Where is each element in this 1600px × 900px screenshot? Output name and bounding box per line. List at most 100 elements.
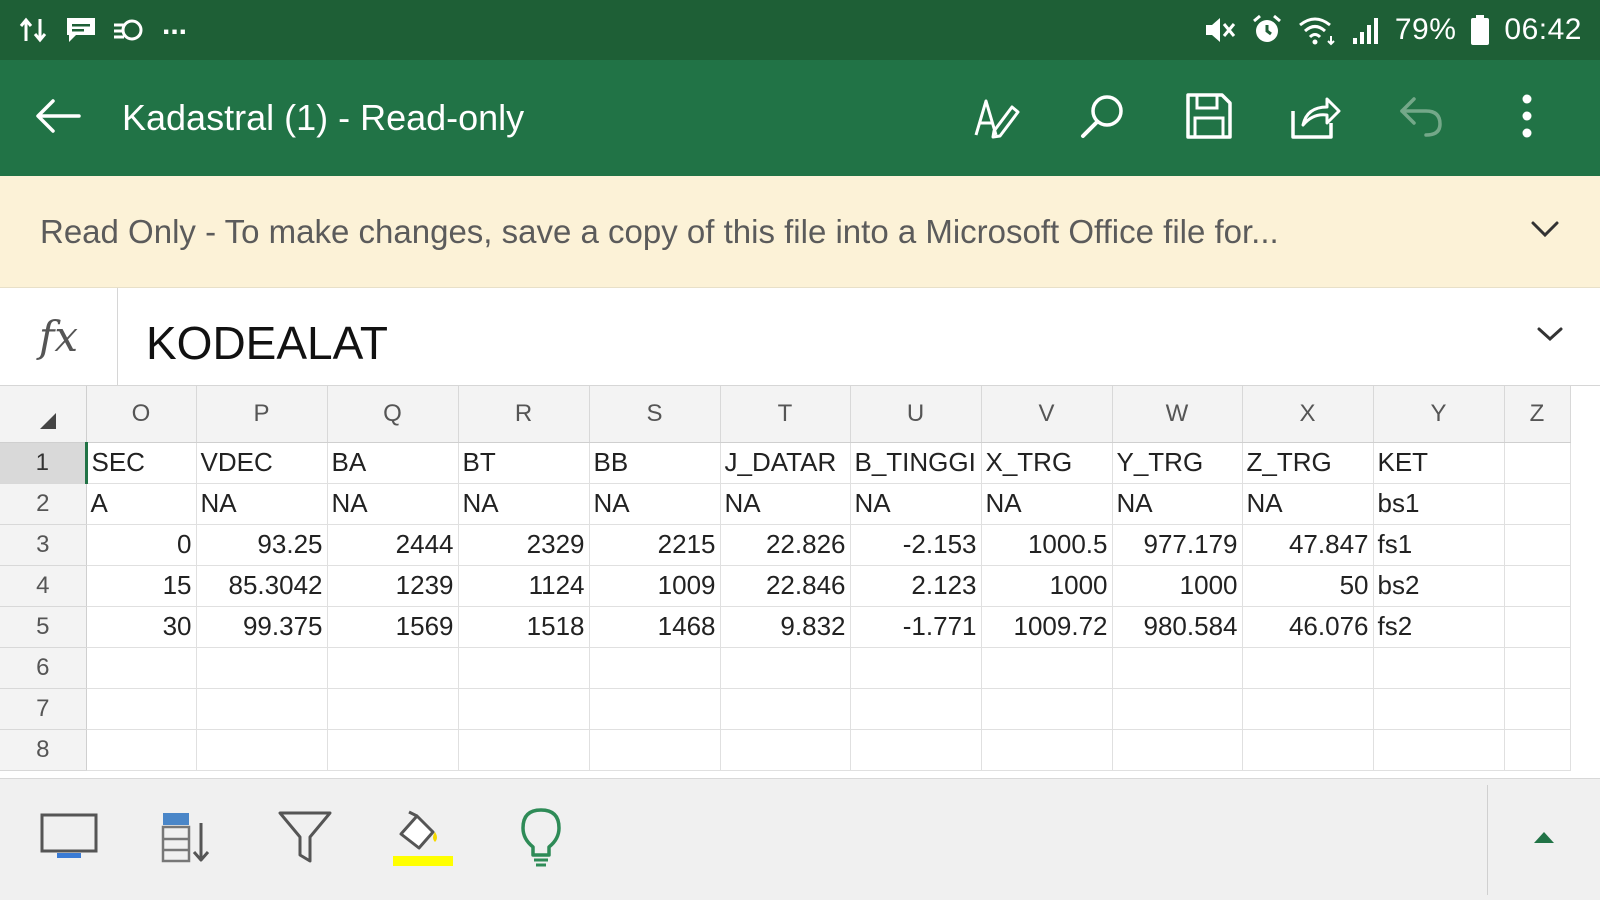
- cell-p1[interactable]: VDEC: [196, 442, 328, 484]
- cell-p8[interactable]: [196, 729, 328, 771]
- filter-button[interactable]: [246, 779, 364, 900]
- back-button[interactable]: [0, 60, 116, 176]
- column-header-t[interactable]: T: [720, 386, 851, 443]
- cell-w5[interactable]: 980.584: [1112, 606, 1243, 648]
- row-header[interactable]: 1: [0, 442, 87, 484]
- cell-r7[interactable]: [458, 688, 590, 730]
- cell-t2[interactable]: NA: [720, 483, 851, 525]
- cell-p4[interactable]: 85.3042: [196, 565, 328, 607]
- cell-t4[interactable]: 22.846: [720, 565, 851, 607]
- cell-s5[interactable]: 1468: [589, 606, 721, 648]
- row-header[interactable]: 6: [0, 647, 87, 689]
- cell-s7[interactable]: [589, 688, 721, 730]
- cell-v8[interactable]: [981, 729, 1113, 771]
- cell-y4[interactable]: bs2: [1373, 565, 1505, 607]
- read-only-banner[interactable]: Read Only - To make changes, save a copy…: [0, 176, 1600, 288]
- save-button[interactable]: [1156, 60, 1262, 176]
- cell-q4[interactable]: 1239: [327, 565, 459, 607]
- cell-s2[interactable]: NA: [589, 483, 721, 525]
- cell-r1[interactable]: BT: [458, 442, 590, 484]
- column-header-u[interactable]: U: [850, 386, 982, 443]
- row-header[interactable]: 7: [0, 688, 87, 730]
- cell-p3[interactable]: 93.25: [196, 524, 328, 566]
- cell-q7[interactable]: [327, 688, 459, 730]
- cell-t6[interactable]: [720, 647, 851, 689]
- cell-v7[interactable]: [981, 688, 1113, 730]
- cell-r6[interactable]: [458, 647, 590, 689]
- column-header-w[interactable]: W: [1112, 386, 1243, 443]
- cell-s1[interactable]: BB: [589, 442, 721, 484]
- cell-o1[interactable]: SEC: [84, 442, 197, 484]
- cell-p5[interactable]: 99.375: [196, 606, 328, 648]
- cell-o8[interactable]: [86, 729, 197, 771]
- cell-q2[interactable]: NA: [327, 483, 459, 525]
- row-header[interactable]: 3: [0, 524, 87, 566]
- cell-y7[interactable]: [1373, 688, 1505, 730]
- sort-button[interactable]: [128, 779, 246, 900]
- cell-s8[interactable]: [589, 729, 721, 771]
- cell-w2[interactable]: NA: [1112, 483, 1243, 525]
- cell-y8[interactable]: [1373, 729, 1505, 771]
- cell-u3[interactable]: -2.153: [850, 524, 982, 566]
- column-header-o[interactable]: O: [86, 386, 197, 443]
- fill-color-button[interactable]: [364, 779, 482, 900]
- column-header-s[interactable]: S: [589, 386, 721, 443]
- cell-z5[interactable]: [1504, 606, 1571, 648]
- fx-label[interactable]: fx: [0, 288, 118, 385]
- tell-me-button[interactable]: [482, 779, 600, 900]
- cell-r2[interactable]: NA: [458, 483, 590, 525]
- cell-r4[interactable]: 1124: [458, 565, 590, 607]
- cell-t8[interactable]: [720, 729, 851, 771]
- cell-w8[interactable]: [1112, 729, 1243, 771]
- cell-w4[interactable]: 1000: [1112, 565, 1243, 607]
- cell-t3[interactable]: 22.826: [720, 524, 851, 566]
- cell-q8[interactable]: [327, 729, 459, 771]
- cell-v5[interactable]: 1009.72: [981, 606, 1113, 648]
- cell-t5[interactable]: 9.832: [720, 606, 851, 648]
- cell-o3[interactable]: 0: [86, 524, 197, 566]
- draw-button[interactable]: [944, 60, 1050, 176]
- cell-r3[interactable]: 2329: [458, 524, 590, 566]
- cell-z3[interactable]: [1504, 524, 1571, 566]
- cell-w3[interactable]: 977.179: [1112, 524, 1243, 566]
- spreadsheet-grid[interactable]: OPQRSTUVWXYZ 1 SEC VDEC BA BT BB J_DATAR B_TING…: [0, 386, 1600, 778]
- cell-s3[interactable]: 2215: [589, 524, 721, 566]
- cell-s4[interactable]: 1009: [589, 565, 721, 607]
- cell-w1[interactable]: Y_TRG: [1112, 442, 1243, 484]
- cell-y5[interactable]: fs2: [1373, 606, 1505, 648]
- column-header-y[interactable]: Y: [1373, 386, 1505, 443]
- share-button[interactable]: [1262, 60, 1368, 176]
- cell-z2[interactable]: [1504, 483, 1571, 525]
- banner-expand-button[interactable]: [1490, 176, 1600, 288]
- cell-x2[interactable]: NA: [1242, 483, 1374, 525]
- cell-z1[interactable]: [1504, 442, 1571, 484]
- cell-o7[interactable]: [86, 688, 197, 730]
- select-all-corner[interactable]: [0, 386, 87, 443]
- cell-z8[interactable]: [1504, 729, 1571, 771]
- cell-q5[interactable]: 1569: [327, 606, 459, 648]
- column-header-r[interactable]: R: [458, 386, 590, 443]
- column-header-p[interactable]: P: [196, 386, 328, 443]
- cell-w7[interactable]: [1112, 688, 1243, 730]
- cell-v2[interactable]: NA: [981, 483, 1113, 525]
- cell-y3[interactable]: fs1: [1373, 524, 1505, 566]
- cell-u1[interactable]: B_TINGGI: [850, 442, 982, 484]
- column-header-x[interactable]: X: [1242, 386, 1374, 443]
- cell-t1[interactable]: J_DATAR: [720, 442, 851, 484]
- cell-z4[interactable]: [1504, 565, 1571, 607]
- cell-z6[interactable]: [1504, 647, 1571, 689]
- cell-x3[interactable]: 47.847: [1242, 524, 1374, 566]
- cell-p7[interactable]: [196, 688, 328, 730]
- cell-q6[interactable]: [327, 647, 459, 689]
- screen-view-button[interactable]: [10, 779, 128, 900]
- column-header-q[interactable]: Q: [327, 386, 459, 443]
- cell-w6[interactable]: [1112, 647, 1243, 689]
- cell-q1[interactable]: BA: [327, 442, 459, 484]
- column-header-z[interactable]: Z: [1504, 386, 1571, 443]
- cell-p6[interactable]: [196, 647, 328, 689]
- cell-o5[interactable]: 30: [86, 606, 197, 648]
- row-header[interactable]: 5: [0, 606, 87, 648]
- cell-x6[interactable]: [1242, 647, 1374, 689]
- cell-y1[interactable]: KET: [1373, 442, 1505, 484]
- cell-v4[interactable]: 1000: [981, 565, 1113, 607]
